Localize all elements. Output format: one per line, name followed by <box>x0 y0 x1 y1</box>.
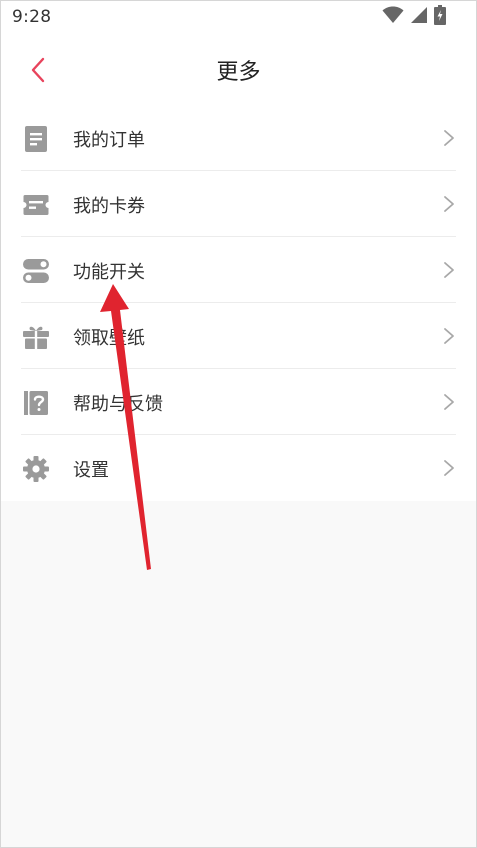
help-icon <box>23 390 49 416</box>
nav-header: 更多 <box>1 35 476 105</box>
chevron-right-icon <box>444 460 454 476</box>
page-title: 更多 <box>216 60 261 85</box>
menu-item-help-feedback[interactable]: 帮助与反馈 <box>1 369 476 435</box>
status-bar: 9:28 <box>1 1 476 35</box>
chevron-right-icon <box>444 262 454 278</box>
order-list-icon <box>23 126 49 152</box>
gear-icon <box>23 456 49 482</box>
battery-charging-icon <box>434 5 446 29</box>
menu-item-label: 设置 <box>73 460 109 481</box>
status-icons <box>382 5 446 29</box>
menu-item-label: 我的卡券 <box>73 196 145 217</box>
menu-item-label: 领取壁纸 <box>73 328 145 349</box>
status-time: 9:28 <box>12 7 52 27</box>
chevron-right-icon <box>444 196 454 212</box>
wifi-icon <box>382 6 404 28</box>
empty-content-area <box>1 503 476 847</box>
app-screen: 9:28 更多 我的订单 我的卡券 功能开关 领取壁纸 帮助与反馈 设置 <box>0 0 477 848</box>
menu-item-label: 我的订单 <box>73 130 145 151</box>
coupon-icon <box>23 192 49 218</box>
menu-item-my-coupons[interactable]: 我的卡券 <box>1 171 476 237</box>
menu-list: 我的订单 我的卡券 功能开关 领取壁纸 帮助与反馈 设置 <box>1 105 476 501</box>
gift-icon <box>23 324 49 350</box>
menu-item-settings[interactable]: 设置 <box>1 435 476 501</box>
menu-item-get-wallpaper[interactable]: 领取壁纸 <box>1 303 476 369</box>
chevron-right-icon <box>444 394 454 410</box>
menu-item-feature-switches[interactable]: 功能开关 <box>1 237 476 303</box>
menu-item-label: 功能开关 <box>73 262 145 283</box>
signal-icon <box>410 6 428 28</box>
menu-item-my-orders[interactable]: 我的订单 <box>1 105 476 171</box>
menu-item-label: 帮助与反馈 <box>73 394 163 415</box>
toggle-switch-icon <box>23 258 49 284</box>
chevron-right-icon <box>444 328 454 344</box>
chevron-right-icon <box>444 130 454 146</box>
